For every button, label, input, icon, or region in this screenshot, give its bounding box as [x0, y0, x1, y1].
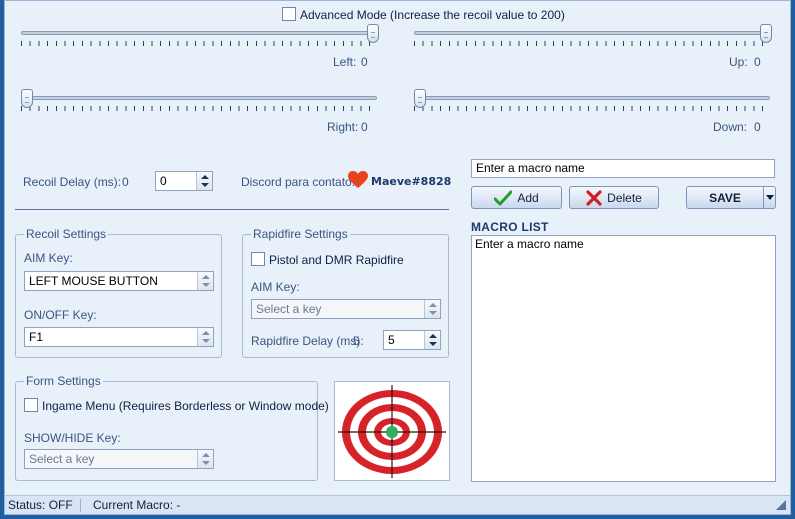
down-slider-ticks [414, 106, 770, 111]
down-slider-thumb[interactable] [414, 89, 426, 108]
recoil-settings-title: Recoil Settings [24, 227, 109, 241]
pistol-dmr-checkbox[interactable] [251, 252, 265, 266]
delete-button[interactable]: Delete [569, 186, 659, 209]
main-window: Advanced Mode (Increase the recoil value… [4, 0, 791, 515]
discord-label: Discord para contato: [241, 175, 356, 189]
rapidfire-aim-key-spinner[interactable] [424, 300, 440, 318]
macro-list-title: MACRO LIST [471, 220, 549, 234]
onoff-key-label: ON/OFF Key: [24, 308, 97, 322]
rapidfire-delay-label: Rapidfire Delay (ms): [251, 334, 364, 348]
macro-list[interactable]: Enter a macro name [471, 235, 776, 482]
recoil-aim-key-spinner[interactable] [197, 272, 213, 290]
recoil-delay-input-value: 0 [160, 174, 167, 188]
up-slider-track [414, 31, 770, 35]
save-dropdown-button[interactable] [763, 186, 776, 209]
save-button[interactable]: SAVE [686, 186, 764, 209]
rapidfire-settings-title: Rapidfire Settings [251, 227, 350, 241]
save-button-label: SAVE [709, 190, 741, 205]
recoil-aim-key-label: AIM Key: [24, 251, 73, 265]
rapidfire-aim-key-select[interactable]: Select a key [251, 299, 441, 319]
showhide-key-placeholder: Select a key [29, 452, 95, 466]
rapidfire-settings-group: Rapidfire Settings Pistol and DMR Rapidf… [242, 227, 449, 358]
up-slider-ticks [414, 41, 770, 46]
resize-grip-icon[interactable] [776, 499, 786, 510]
advanced-mode-checkbox[interactable] [282, 7, 296, 21]
macro-name-input-value: Enter a macro name [476, 161, 585, 175]
chevron-down-icon [765, 195, 774, 200]
left-slider-label: Left: [333, 55, 357, 69]
status-separator [80, 499, 81, 512]
onoff-key-select[interactable]: F1 [24, 327, 214, 347]
showhide-key-label: SHOW/HIDE Key: [24, 431, 121, 445]
add-button-label: Add [517, 190, 539, 205]
left-slider[interactable] [21, 24, 379, 48]
advanced-mode-label: Advanced Mode (Increase the recoil value… [300, 8, 565, 22]
divider [15, 209, 449, 210]
down-slider[interactable] [414, 89, 770, 113]
status-bar: Status: OFF Current Macro: - [5, 495, 790, 514]
add-button[interactable]: Add [471, 186, 562, 209]
recoil-delay-value: 0 [122, 175, 129, 189]
macro-list-item[interactable]: Enter a macro name [472, 236, 775, 252]
recoil-delay-spinner[interactable] [196, 172, 212, 190]
discord-handle: Maeve#8828 [371, 175, 452, 188]
left-slider-value: 0 [361, 55, 368, 69]
rapidfire-delay-input[interactable]: 5 [383, 330, 441, 350]
showhide-key-select[interactable]: Select a key [24, 449, 214, 469]
current-macro-text: Current Macro: - [93, 498, 181, 512]
left-slider-track [21, 31, 377, 35]
recoil-delay-label: Recoil Delay (ms): [23, 175, 122, 189]
ingame-menu-label: Ingame Menu (Requires Borderless or Wind… [42, 399, 329, 413]
left-slider-ticks [21, 41, 377, 46]
rapidfire-delay-input-value: 5 [388, 333, 395, 347]
onoff-key-value: F1 [29, 330, 44, 344]
recoil-aim-key-value: LEFT MOUSE BUTTON [29, 274, 158, 288]
right-slider-track [21, 96, 377, 100]
delete-x-icon [586, 189, 602, 206]
left-slider-thumb[interactable] [367, 24, 379, 43]
recoil-settings-group: Recoil Settings AIM Key: LEFT MOUSE BUTT… [15, 227, 222, 358]
up-slider-value: 0 [754, 55, 761, 69]
down-slider-label: Down: [713, 120, 748, 134]
recoil-delay-input[interactable]: 0 [155, 171, 213, 191]
status-text: Status: OFF [8, 498, 73, 512]
heart-icon [348, 171, 368, 189]
right-slider-thumb[interactable] [21, 89, 33, 108]
macro-name-input[interactable]: Enter a macro name [471, 159, 775, 178]
right-slider[interactable] [21, 89, 377, 113]
down-slider-value: 0 [754, 120, 761, 134]
check-icon [494, 190, 513, 205]
ingame-menu-checkbox[interactable] [24, 398, 38, 412]
rapidfire-delay-spinner[interactable] [424, 331, 440, 349]
down-slider-track [414, 96, 770, 100]
onoff-key-spinner[interactable] [197, 328, 213, 346]
form-settings-title: Form Settings [24, 374, 103, 388]
rapidfire-aim-key-placeholder: Select a key [256, 302, 322, 316]
delete-button-label: Delete [607, 190, 642, 205]
pistol-dmr-label: Pistol and DMR Rapidfire [269, 253, 404, 267]
form-settings-group: Form Settings Ingame Menu (Requires Bord… [15, 374, 329, 481]
rapidfire-aim-key-label: AIM Key: [251, 280, 300, 294]
crosshair-target-icon [334, 381, 450, 481]
showhide-key-spinner[interactable] [197, 450, 213, 468]
up-slider-label: Up: [729, 55, 748, 69]
rapidfire-delay-value: 5 [353, 334, 360, 348]
up-slider-thumb[interactable] [760, 24, 772, 43]
right-slider-label: Right: [327, 120, 359, 134]
up-slider[interactable] [414, 24, 772, 48]
right-slider-value: 0 [361, 120, 368, 134]
recoil-aim-key-select[interactable]: LEFT MOUSE BUTTON [24, 271, 214, 291]
right-slider-ticks [21, 106, 377, 111]
